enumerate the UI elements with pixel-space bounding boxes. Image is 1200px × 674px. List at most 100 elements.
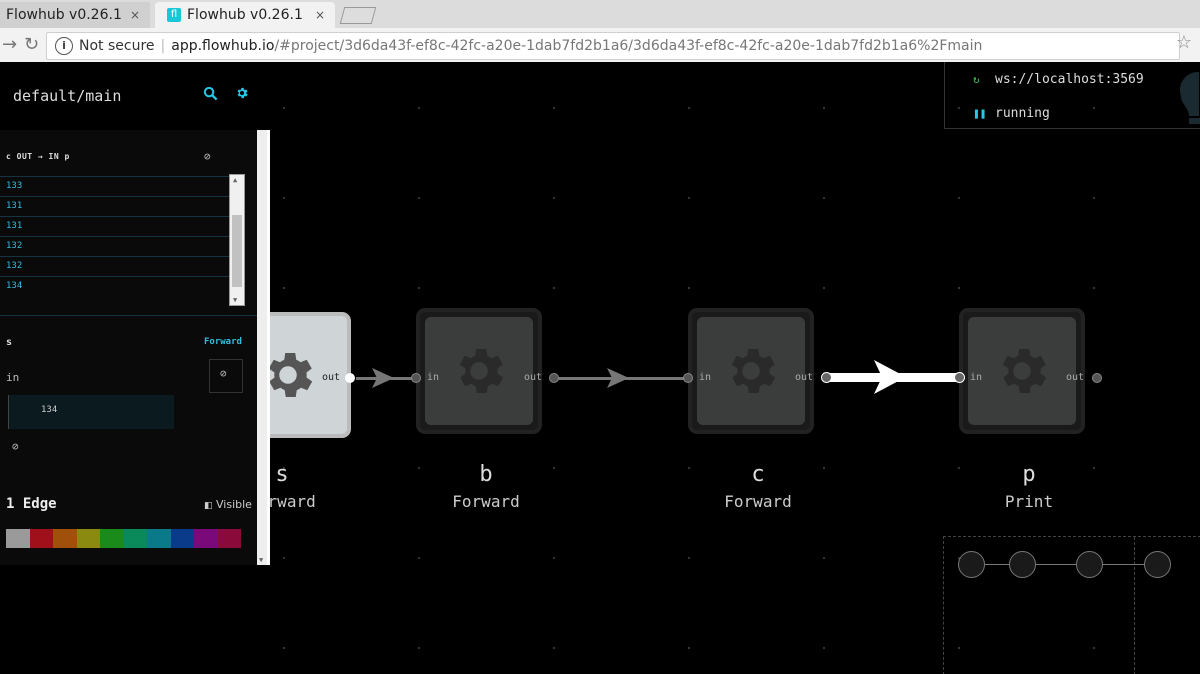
pause-icon[interactable]: ❚❚ <box>973 107 986 120</box>
color-swatch[interactable] <box>6 529 30 548</box>
grid-dot <box>418 197 420 199</box>
color-swatch[interactable] <box>123 529 147 548</box>
clear-icon[interactable]: ⊘ <box>12 440 19 453</box>
close-tab-icon[interactable]: × <box>315 2 325 28</box>
list-item: 131 <box>0 217 230 237</box>
grid-dot <box>688 287 690 289</box>
star-icon[interactable]: ☆ <box>1176 32 1192 53</box>
grid-dot <box>283 197 285 199</box>
list-item: 132 <box>0 257 230 277</box>
browser-tab-1[interactable]: Flowhub v0.26.1 × <box>0 2 150 28</box>
reload-icon[interactable]: ↻ <box>24 34 39 55</box>
in-port[interactable] <box>954 372 965 383</box>
node-b[interactable] <box>416 308 542 434</box>
color-swatch[interactable] <box>76 529 100 548</box>
scroll-down-icon[interactable]: ▼ <box>233 296 237 304</box>
edge-arrow-icon <box>874 360 906 394</box>
address-bar: → ↻ i Not secure | app.flowhub.io/#project/… <box>0 28 1200 63</box>
edge-count: 1 Edge <box>6 496 57 512</box>
close-tab-icon[interactable]: × <box>130 2 140 28</box>
url-path: /#project/3d6da43f-ef8c-42fc-a20e-1dab7f… <box>274 38 983 54</box>
grid-dot <box>418 287 420 289</box>
node-name: c <box>751 462 765 487</box>
color-swatch[interactable] <box>29 529 53 548</box>
list-item: 134 <box>0 277 230 293</box>
gear-icon <box>459 349 504 393</box>
in-port[interactable] <box>683 373 693 383</box>
iip-value: 134 <box>41 405 58 415</box>
minimap-node <box>958 551 985 578</box>
security-label: Not secure <box>79 38 155 54</box>
panel-scrollbar[interactable]: ▼ <box>257 130 267 565</box>
node-component-link[interactable]: Forward <box>204 337 242 347</box>
in-port-label: in <box>427 372 440 383</box>
gear-icon <box>731 349 776 393</box>
search-icon[interactable] <box>203 86 218 101</box>
grid-dot <box>283 557 285 559</box>
clear-icon[interactable]: ⊘ <box>204 150 211 163</box>
grid-dot <box>1093 287 1095 289</box>
out-port[interactable] <box>821 372 832 383</box>
url-host: app.flowhub.io <box>171 38 275 54</box>
grid-dot <box>553 197 555 199</box>
scroll-up-icon[interactable]: ▲ <box>233 176 237 184</box>
node-body <box>425 317 533 425</box>
edge-arrow-icon <box>372 368 394 388</box>
minimap-viewport <box>1134 537 1136 674</box>
node-p[interactable] <box>959 308 1085 434</box>
refresh-icon[interactable]: ↻ <box>973 73 980 86</box>
grid-dot <box>418 107 420 109</box>
list-item <box>0 168 230 177</box>
gear-icon[interactable] <box>235 86 249 100</box>
grid-dot <box>283 647 285 649</box>
back-arrow-icon[interactable]: → <box>2 34 17 55</box>
grid-dot <box>283 287 285 289</box>
list-item: 131 <box>0 197 230 217</box>
packet-scrollbar[interactable]: ▲ ▼ <box>229 174 245 306</box>
divider <box>0 315 264 316</box>
lightbulb-icon[interactable] <box>1171 66 1200 126</box>
info-icon[interactable]: i <box>55 37 73 55</box>
node-name: p <box>1022 462 1036 487</box>
scroll-down-icon[interactable]: ▼ <box>259 556 263 564</box>
out-port[interactable] <box>1092 373 1102 383</box>
node-c[interactable] <box>688 308 814 434</box>
browser-tabbar: Flowhub v0.26.1 × fl Flowhub v0.26.1 × <box>0 0 1200 28</box>
in-port-label: in <box>970 372 983 383</box>
in-port-label: in <box>699 372 712 383</box>
grid-dot <box>688 557 690 559</box>
new-tab-button[interactable] <box>339 7 377 24</box>
out-port[interactable] <box>549 373 559 383</box>
in-port[interactable] <box>411 373 421 383</box>
iip-value-field[interactable]: 134 <box>8 395 174 429</box>
list-item: 132 <box>0 237 230 257</box>
grid-dot <box>688 647 690 649</box>
color-swatch[interactable] <box>194 529 218 548</box>
color-swatch[interactable] <box>53 529 77 548</box>
color-swatch[interactable] <box>147 529 171 548</box>
list-item: 133 <box>0 177 230 197</box>
scroll-thumb[interactable] <box>232 215 242 287</box>
grid-dot <box>823 107 825 109</box>
grid-dot <box>823 647 825 649</box>
flowhub-app: default/main out s Forward in out b Forw… <box>0 62 1200 674</box>
color-swatch[interactable] <box>217 529 241 548</box>
grid-dot <box>418 557 420 559</box>
browser-tab-2[interactable]: fl Flowhub v0.26.1 × <box>155 2 335 28</box>
minimap[interactable] <box>943 536 1200 674</box>
node-component: Forward <box>452 492 520 511</box>
runtime-status: running <box>995 106 1050 121</box>
minimap-node <box>1144 551 1171 578</box>
flowhub-favicon-icon: fl <box>167 8 181 22</box>
grid-dot <box>823 197 825 199</box>
grid-dot <box>1093 197 1095 199</box>
color-swatch[interactable] <box>100 529 124 548</box>
url-field[interactable]: i Not secure | app.flowhub.io/#project/3d6d… <box>46 32 1180 60</box>
grid-dot <box>553 287 555 289</box>
grid-dot <box>283 107 285 109</box>
visible-toggle[interactable]: ◧ Visible <box>204 498 252 511</box>
clear-button[interactable]: ⊘ <box>209 359 243 393</box>
out-port[interactable] <box>345 373 355 383</box>
gear-icon <box>1002 349 1047 393</box>
color-swatch[interactable] <box>170 529 194 548</box>
